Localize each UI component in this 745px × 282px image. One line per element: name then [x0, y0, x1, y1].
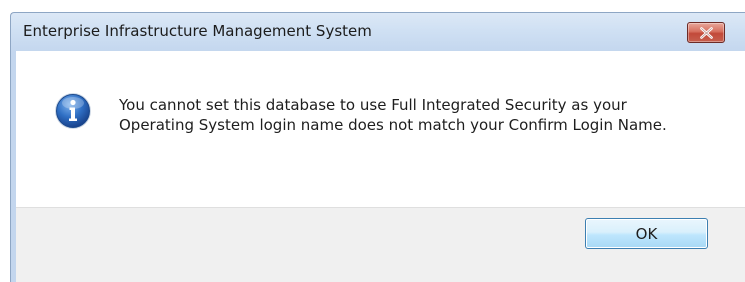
dialog-title: Enterprise Infrastructure Management Sys… [23, 22, 372, 40]
information-icon [55, 93, 91, 129]
close-button[interactable] [687, 22, 725, 43]
message-text: You cannot set this database to use Full… [119, 96, 667, 134]
message-area: You cannot set this database to use Full… [16, 51, 745, 207]
close-icon [700, 27, 713, 39]
ok-button[interactable]: OK [585, 218, 708, 249]
title-bar[interactable]: Enterprise Infrastructure Management Sys… [11, 13, 745, 51]
